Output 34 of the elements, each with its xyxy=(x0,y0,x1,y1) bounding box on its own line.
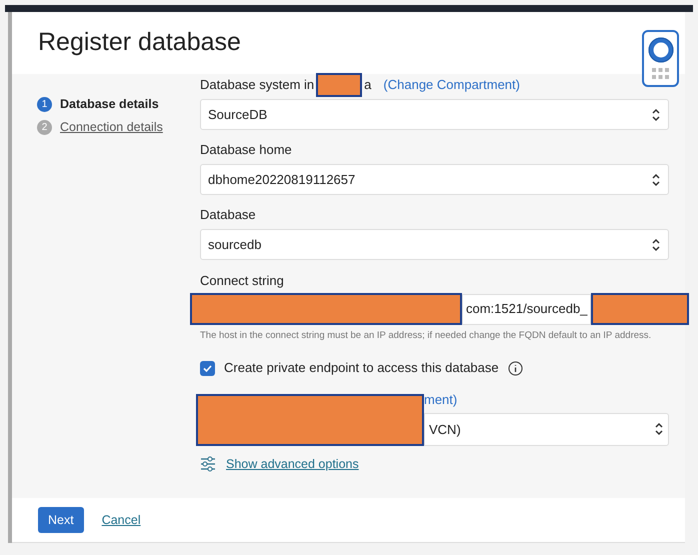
help-widget[interactable] xyxy=(642,30,679,87)
checkmark-icon xyxy=(202,362,213,374)
help-text: The host in the connect string must be an IP address; if needed change the FQDN default to an IP address. xyxy=(200,329,652,343)
select-field[interactable]: VCN) xyxy=(424,412,669,446)
step-number: 1 xyxy=(37,97,52,112)
field-label: a xyxy=(364,76,372,94)
dialog-title: Register database xyxy=(38,27,241,58)
checkbox[interactable] xyxy=(200,360,215,376)
step-number: 2 xyxy=(37,120,52,135)
grid-icon xyxy=(652,68,669,79)
cancel-link[interactable]: Cancel xyxy=(102,510,141,530)
select-field[interactable]: dbhome20220819112657 xyxy=(200,164,669,195)
redaction-block xyxy=(316,73,362,97)
text-field[interactable]: com:1521/sourcedb_ xyxy=(462,294,592,324)
chevron-updown-icon xyxy=(651,106,661,122)
advanced-options-link[interactable]: Show advanced options xyxy=(226,454,359,474)
change-compartment-link[interactable]: ment) xyxy=(424,390,458,410)
lifebuoy-icon xyxy=(648,37,674,63)
field-label: Database xyxy=(200,206,256,224)
checkbox-label: Create private endpoint to access this database xyxy=(224,359,499,378)
select-field[interactable]: sourcedb xyxy=(200,229,669,260)
chevron-updown-icon xyxy=(651,172,661,188)
chevron-updown-icon xyxy=(654,421,664,438)
chevron-updown-icon xyxy=(651,236,661,252)
step-link[interactable]: Connection details xyxy=(60,118,163,137)
sliders-icon xyxy=(200,456,216,472)
field-label: Connect string xyxy=(200,272,285,289)
change-compartment-link[interactable]: (Change Compartment) xyxy=(383,75,520,95)
select-field[interactable]: SourceDB xyxy=(200,99,669,130)
step-link[interactable]: Database details xyxy=(60,95,159,114)
field-label: Database home xyxy=(200,141,292,160)
field-label: Database system in xyxy=(200,76,314,94)
info-icon[interactable] xyxy=(508,360,523,376)
next-button[interactable]: Next xyxy=(38,507,84,533)
